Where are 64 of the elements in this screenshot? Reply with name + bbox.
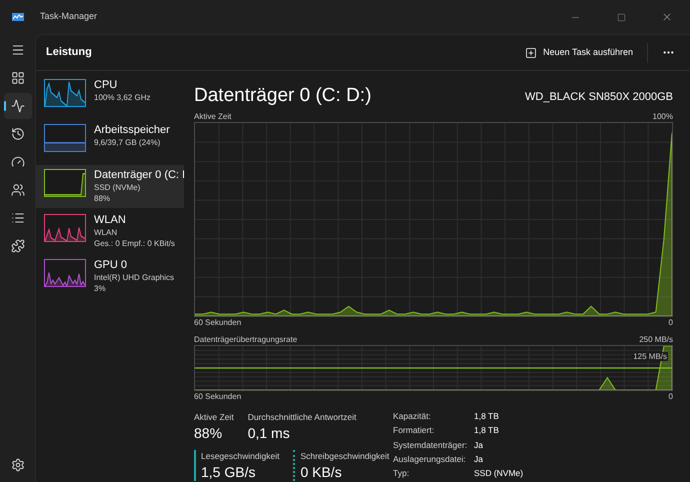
window-title: Task-Manager (40, 10, 98, 24)
maximize-icon (616, 12, 626, 22)
page-title: Leistung (46, 45, 92, 60)
device-detail: SSD (NVMe) (94, 182, 142, 193)
time-axis-label: 0 (668, 317, 673, 329)
stat-value: 0,1 ms (248, 424, 291, 442)
time-axis-label: 0 (668, 391, 673, 403)
device-list-item[interactable]: Arbeitsspeicher 9,6/39,7 GB (24%) (36, 120, 184, 163)
new-task-icon (525, 46, 538, 58)
device-name: Arbeitsspeicher (94, 124, 170, 137)
property-label: Formatiert: (393, 425, 436, 438)
settings-icon (10, 458, 24, 472)
chart-label: Aktive Zeit (194, 111, 232, 122)
run-new-task-button[interactable]: Neuen Task ausführen (519, 42, 639, 64)
property-value: 1,8 TB (474, 425, 500, 438)
speed-value: 0 KB/s (300, 462, 343, 480)
device-detail: Ges.: 0 Empf.: 0 KBit/s (94, 238, 175, 249)
gauge-icon (10, 155, 24, 169)
property-label: Auslagerungsdatei: (393, 454, 467, 466)
stat-value: 88% (194, 424, 224, 442)
grid-icon (10, 71, 24, 85)
device-list-item[interactable]: GPU 0 Intel(R) UHD Graphics 3% (36, 255, 184, 298)
device-detail: 88% (94, 193, 112, 204)
stat-label: Aktive Zeit (194, 411, 234, 424)
pulse-icon (10, 99, 24, 113)
device-name: GPU 0 (94, 259, 128, 272)
time-axis-label: 60 Sekunden (194, 391, 242, 403)
property-label: Systemdatenträger: (393, 440, 468, 452)
device-detail: 9,6/39,7 GB (24%) (94, 137, 162, 148)
speed-label: Schreibgeschwindigkeit (300, 450, 390, 462)
users-icon (10, 183, 24, 197)
device-list-item[interactable]: WLAN WLAN Ges.: 0 Empf.: 0 KBit/s (36, 210, 184, 253)
property-label: Kapazität: (393, 411, 432, 423)
device-list-item[interactable]: Datenträger 0 (C: I SSD (NVMe) 88% (36, 165, 184, 208)
stat-label: Durchschnittliche Antwortzeit (248, 411, 356, 424)
menu-icon (10, 43, 24, 57)
chart-label: Datenträgerübertragungsrate (194, 334, 298, 345)
device-detail: Intel(R) UHD Graphics (94, 272, 174, 283)
speed-label: Lesegeschwindigkeit (201, 450, 280, 462)
device-detail: WLAN (94, 227, 118, 238)
selection-indicator (4, 101, 6, 111)
device-list-item[interactable]: CPU 100% 3,62 GHz (36, 75, 184, 118)
device-name: CPU (94, 79, 118, 92)
speed-value: 1,5 GB/s (201, 462, 256, 480)
device-detail: 3% (94, 283, 107, 294)
property-label: Typ: (393, 468, 410, 480)
device-name: WLAN (94, 214, 127, 227)
axis-max-label: 250 MB/s (639, 334, 673, 345)
device-detail: 100% 3,62 GHz (94, 92, 150, 103)
axis-mid-label: 125 MB/s (632, 352, 668, 361)
app-icon (12, 13, 24, 21)
disk-title: Datenträger 0 (C: D:) (194, 85, 372, 107)
disk-model: WD_BLACK SN850X 2000GB (525, 90, 673, 104)
history-icon (10, 127, 24, 141)
property-value: Ja (474, 454, 484, 466)
device-name: Datenträger 0 (C: I (94, 169, 184, 182)
property-value: 1,8 TB (474, 411, 500, 423)
property-value: SSD (NVMe) (474, 468, 524, 480)
time-axis-label: 60 Sekunden (194, 317, 242, 329)
axis-max-label: 100% (652, 111, 673, 122)
nav-button[interactable] (4, 93, 32, 119)
puzzle-icon (10, 239, 24, 253)
close-icon (661, 11, 673, 23)
property-value: Ja (474, 440, 484, 452)
